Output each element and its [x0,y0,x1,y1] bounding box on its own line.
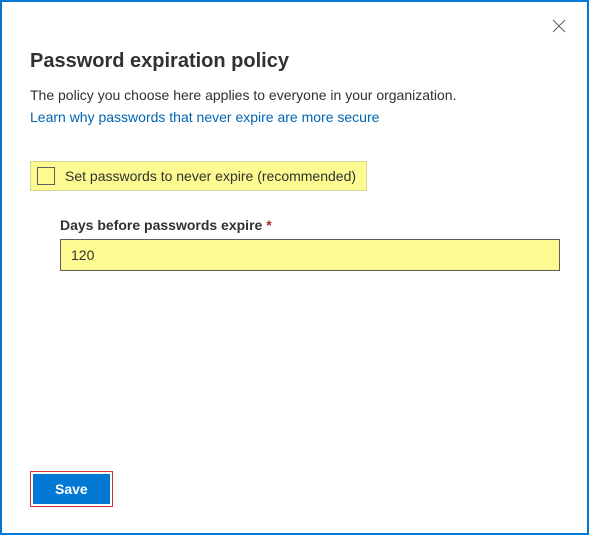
close-button[interactable] [549,16,569,36]
days-field-section: Days before passwords expire * [30,217,559,271]
days-input[interactable] [60,239,560,271]
never-expire-checkbox[interactable] [37,167,55,185]
close-icon [552,19,566,33]
dialog-title: Password expiration policy [30,50,559,73]
days-label: Days before passwords expire * [60,217,559,233]
learn-more-link[interactable]: Learn why passwords that never expire ar… [30,109,379,125]
never-expire-option[interactable]: Set passwords to never expire (recommend… [30,161,367,191]
days-label-text: Days before passwords expire [60,217,262,233]
required-indicator: * [266,217,271,233]
dialog-subtitle: The policy you choose here applies to ev… [30,87,559,103]
save-button[interactable]: Save [33,474,110,504]
save-button-highlight: Save [30,471,113,507]
never-expire-label: Set passwords to never expire (recommend… [65,168,356,184]
